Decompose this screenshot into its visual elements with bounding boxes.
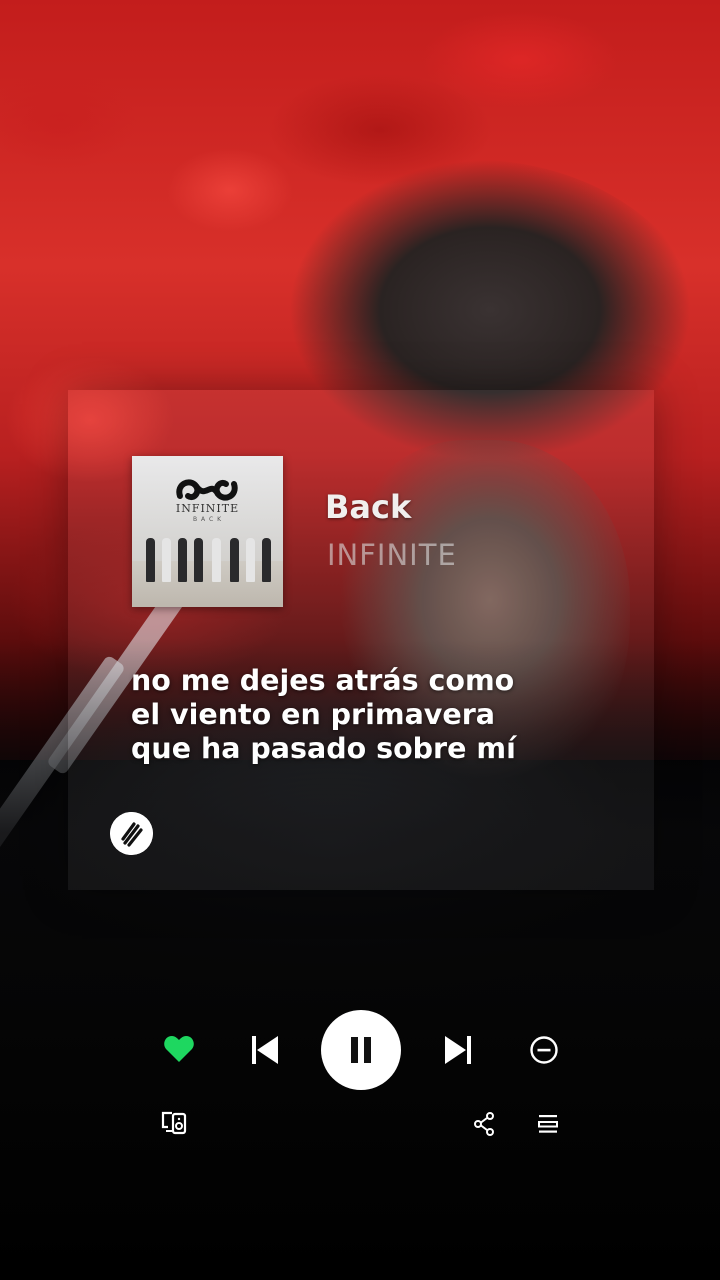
lyrics-block: no me dejes atrás como el viento en prim… (131, 664, 551, 766)
cover-figure (146, 538, 155, 582)
pause-icon (351, 1037, 371, 1063)
spotify-logo (110, 812, 153, 855)
cover-figure (194, 538, 203, 582)
share-icon[interactable] (473, 1112, 495, 1136)
cover-subtitle-text: B A C K (192, 516, 223, 523)
cover-figure (230, 538, 239, 582)
lyric-line: que ha pasado sobre mí (131, 732, 516, 765)
cover-figure (262, 538, 271, 582)
connect-device-icon[interactable] (160, 1110, 188, 1136)
lyric-line: no me dejes atrás como (131, 664, 515, 697)
cover-figure (162, 538, 171, 582)
track-title: Back (325, 488, 412, 526)
heart-icon[interactable] (163, 1034, 195, 1064)
pause-button[interactable] (321, 1010, 401, 1090)
cover-brand-text: INFINITE (175, 502, 240, 515)
cover-figure (178, 538, 187, 582)
cover-figure (212, 538, 221, 582)
queue-icon[interactable] (538, 1113, 558, 1135)
track-artist: INFINITE (327, 538, 457, 572)
album-cover: INFINITE B A C K (132, 456, 283, 607)
skip-previous-icon[interactable] (250, 1034, 280, 1066)
lyric-line: el viento en primavera (131, 698, 496, 731)
remove-icon[interactable] (529, 1035, 559, 1065)
skip-next-icon[interactable] (443, 1034, 473, 1066)
cover-figure (246, 538, 255, 582)
